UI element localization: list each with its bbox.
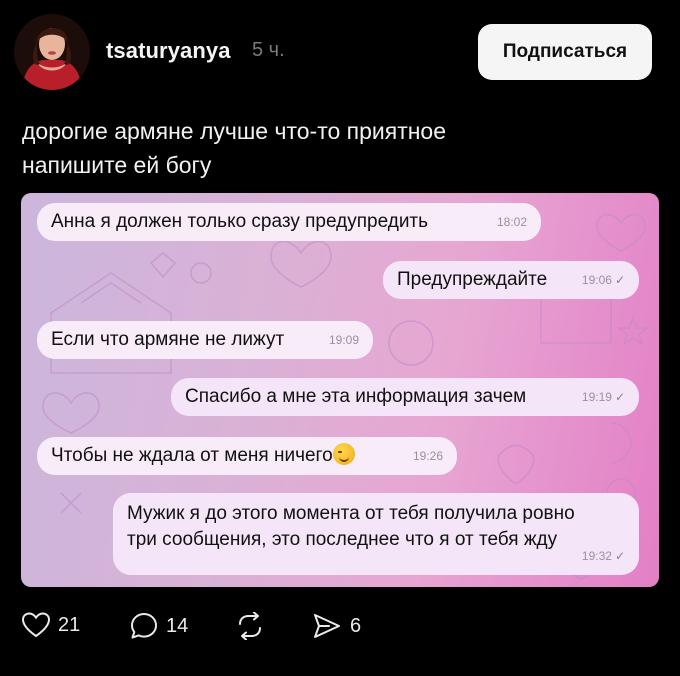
message-text: Спасибо а мне эта информация зачем: [185, 386, 527, 407]
message-time: 18:02: [496, 215, 527, 229]
chat-message[interactable]: Спасибо а мне эта информация зачем 19:19…: [171, 378, 639, 416]
chat-message[interactable]: Анна я должен только сразу предупредить …: [37, 203, 541, 241]
post-actions: 21 14 6: [0, 612, 680, 652]
chat-message[interactable]: Предупреждайте 19:06 ✓: [383, 261, 639, 299]
message-time: 19:06 ✓: [581, 273, 625, 287]
repost-icon: [239, 612, 261, 640]
wink-face-icon: [332, 443, 355, 465]
username[interactable]: tsaturyanya: [106, 38, 231, 64]
chat-message[interactable]: Мужик я до этого момента от тебя получил…: [113, 493, 639, 575]
message-time: 19:09: [328, 333, 359, 347]
message-time: 19:19 ✓: [581, 390, 625, 404]
message-text: Если что армяне не лижут: [51, 329, 285, 350]
message-text: Анна я должен только сразу предупредить: [51, 211, 429, 232]
message-text: Предупреждайте: [397, 269, 548, 290]
like-count: 21: [58, 613, 81, 636]
avatar[interactable]: [14, 14, 90, 90]
message-text-line: Мужик я до этого момента от тебя получил…: [127, 503, 575, 524]
like-button[interactable]: 21: [22, 612, 80, 638]
share-count: 6: [350, 614, 362, 637]
comment-button[interactable]: 14: [130, 612, 188, 640]
post-time: 5 ч.: [252, 39, 285, 61]
chat-message[interactable]: Чтобы не ждала от меня ничего 19:26: [37, 437, 457, 475]
repost-button[interactable]: [234, 612, 266, 640]
chat-screenshot[interactable]: Анна я должен только сразу предупредить …: [21, 193, 659, 587]
comment-count: 14: [166, 614, 189, 637]
message-time: 19:26: [412, 449, 443, 463]
follow-button[interactable]: Подписаться: [478, 24, 652, 80]
comment-bubble-icon: [131, 613, 157, 639]
share-button[interactable]: 6: [312, 612, 361, 640]
message-text: Чтобы не ждала от меня ничего: [51, 443, 355, 469]
send-icon: [314, 614, 340, 638]
post-text-line: напишите ей богу: [22, 152, 212, 178]
heart-icon: [22, 612, 50, 638]
message-text-line: три сообщения, это последнее что я от те…: [127, 529, 558, 550]
post-text-line: дорогие армяне лучше что-то приятное: [22, 118, 447, 144]
read-check-icon: ✓: [614, 549, 625, 563]
read-check-icon: ✓: [614, 273, 625, 287]
post-text: дорогие армяне лучше что-то приятное нап…: [22, 114, 642, 182]
read-check-icon: ✓: [614, 390, 625, 404]
chat-message[interactable]: Если что армяне не лижут 19:09: [37, 321, 373, 359]
message-time: 19:32 ✓: [581, 549, 625, 563]
